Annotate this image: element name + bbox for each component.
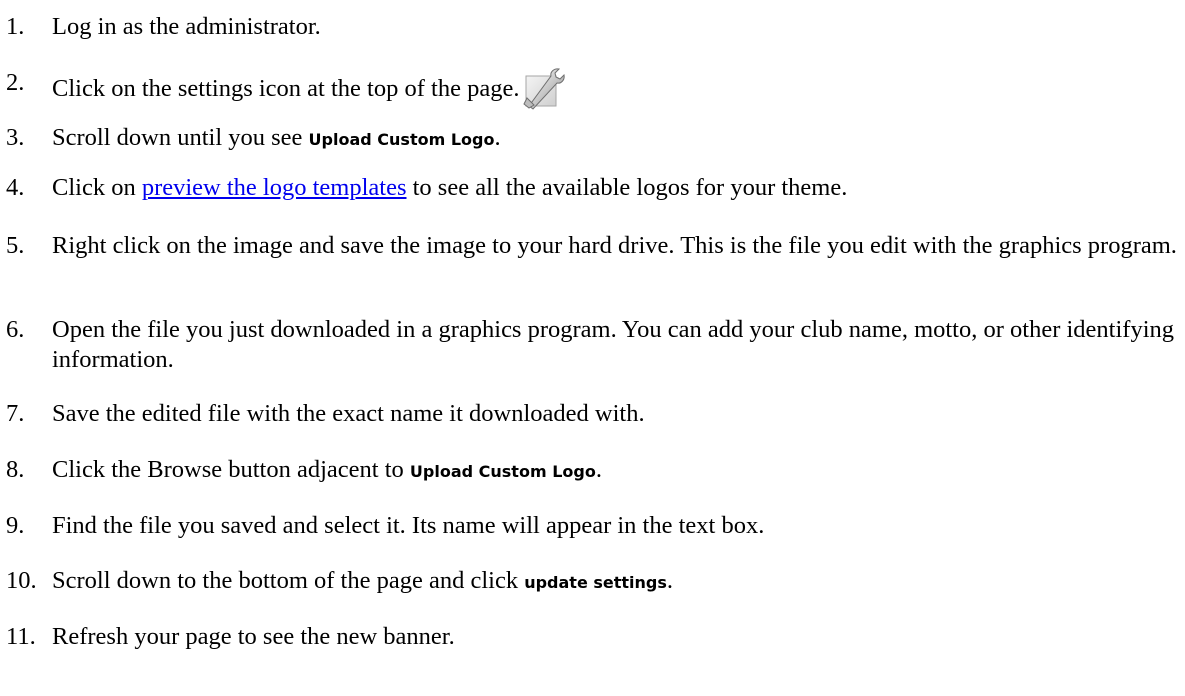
ui-term-upload-custom-logo: Upload Custom Logo: [308, 130, 495, 149]
step-number: 1.: [6, 13, 25, 40]
step-number: 3.: [6, 124, 25, 151]
step-number: 10.: [6, 567, 37, 594]
list-item: 5. Right click on the image and save the…: [6, 231, 1181, 261]
step-text: .: [595, 456, 602, 483]
step-text: Log in as the administrator.: [52, 13, 321, 40]
step-text: Click on: [52, 174, 142, 201]
step-text: Save the edited file with the exact name…: [52, 400, 645, 427]
list-item: 8. Click the Browse button adjacent to U…: [6, 455, 1181, 487]
step-text: Open the file you just downloaded in a g…: [52, 316, 1174, 373]
ui-term-upload-custom-logo: Upload Custom Logo: [409, 462, 596, 481]
step-text: Refresh your page to see the new banner.: [52, 623, 455, 650]
step-number: 2.: [6, 69, 25, 96]
list-item: 11. Refresh your page to see the new ban…: [6, 622, 1181, 652]
list-item: 10. Scroll down to the bottom of the pag…: [6, 566, 1181, 598]
step-text: Right click on the image and save the im…: [52, 232, 1177, 259]
step-text: Scroll down to the bottom of the page an…: [52, 567, 525, 594]
list-item: 2. Click on the settings icon at the top…: [6, 68, 1181, 110]
list-item: 3. Scroll down until you see Upload Cust…: [6, 123, 1181, 155]
step-number: 9.: [6, 512, 25, 539]
list-item: 9. Find the file you saved and select it…: [6, 511, 1181, 541]
list-item: 4. Click on preview the logo templates t…: [6, 173, 1181, 203]
preview-logo-templates-link[interactable]: preview the logo templates: [142, 174, 407, 201]
step-number: 8.: [6, 456, 25, 483]
step-text: .: [494, 124, 501, 151]
step-number: 7.: [6, 400, 25, 427]
step-text: Find the file you saved and select it. I…: [52, 512, 765, 539]
list-item: 7. Save the edited file with the exact n…: [6, 399, 1181, 429]
ui-term-update-settings: update settings: [524, 573, 667, 592]
step-text: Scroll down until you see: [52, 124, 309, 151]
list-item: 6. Open the file you just downloaded in …: [6, 315, 1181, 375]
step-number: 11.: [6, 623, 36, 650]
step-text: .: [666, 567, 674, 594]
step-number: 4.: [6, 174, 25, 201]
list-item: 1. Log in as the administrator.: [6, 12, 1181, 42]
step-text: Click on the settings icon at the top of…: [52, 75, 520, 102]
step-text: Click the Browse button adjacent to: [52, 456, 410, 483]
step-number: 5.: [6, 232, 25, 259]
step-number: 6.: [6, 316, 25, 343]
wrench-settings-icon: [523, 68, 566, 110]
step-text: to see all the available logos for your …: [406, 174, 848, 201]
